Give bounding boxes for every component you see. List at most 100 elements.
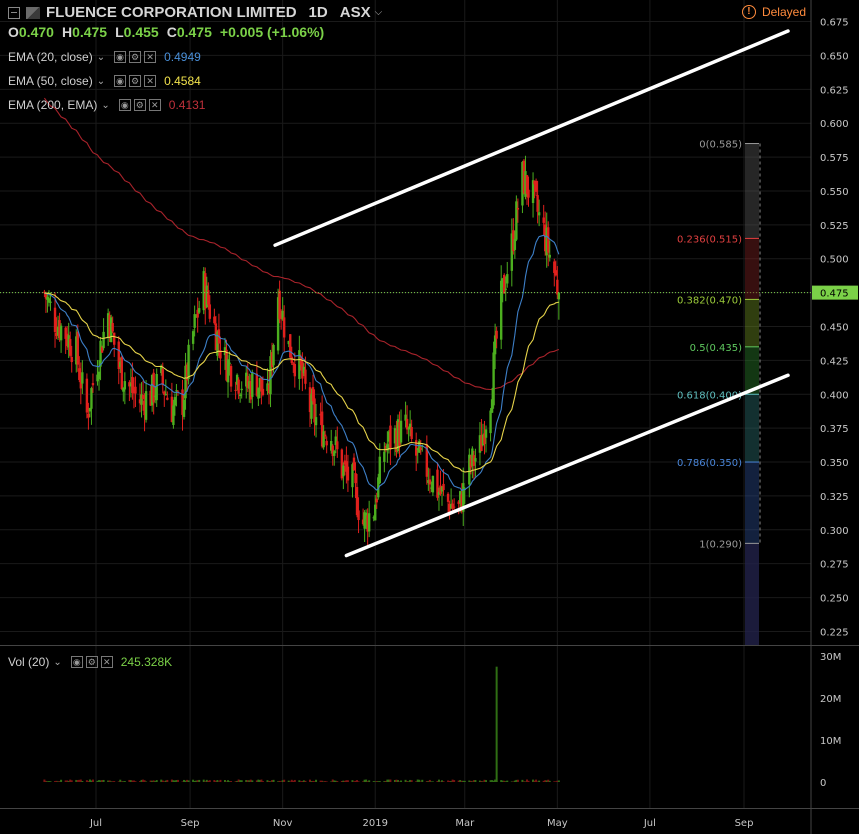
candle-body	[548, 254, 551, 258]
indicator-label[interactable]: EMA (200, EMA)	[8, 98, 97, 112]
candle-body	[90, 388, 93, 409]
y-tick-label: 0.525	[820, 221, 849, 232]
y-tick-label: 0.350	[820, 458, 849, 469]
candle-body	[70, 356, 73, 363]
candle-body	[85, 378, 89, 413]
volume-bar	[304, 780, 307, 782]
y-tick-label: 0.375	[820, 424, 849, 435]
close-icon[interactable]: ✕	[144, 75, 157, 87]
candle-body	[513, 239, 517, 250]
volume-value: 245.328K	[120, 655, 173, 669]
candle-body	[102, 331, 105, 349]
symbol-name[interactable]: FLUENCE CORPORATION LIMITED	[46, 4, 297, 21]
candle-body	[554, 270, 558, 276]
candle-body	[69, 338, 72, 356]
candle-body	[536, 195, 539, 212]
candle-body	[208, 304, 212, 319]
candle-body	[120, 356, 123, 390]
volume-legend[interactable]: Vol (20) ⌄ ◉ ⚙ ✕ 245.328K	[8, 655, 172, 669]
candle-body	[333, 451, 336, 456]
chevron-down-icon[interactable]: ⌵	[375, 7, 383, 18]
candle-body	[431, 475, 435, 493]
volume-bar	[113, 781, 116, 782]
volume-bar	[219, 779, 222, 782]
close-icon[interactable]: ✕	[148, 99, 161, 111]
candle-body	[389, 425, 392, 450]
exchange: ASX	[339, 4, 371, 21]
high-label: H	[61, 24, 73, 40]
candle-body	[452, 506, 456, 508]
indicator-row-ema50[interactable]: EMA (50, close) ⌄ ◉ ⚙ ✕ 0.4584	[8, 74, 201, 88]
candle-body	[191, 331, 195, 344]
candle-body	[99, 340, 102, 367]
indicator-label[interactable]: EMA (20, close)	[8, 50, 93, 64]
candle-body	[187, 344, 190, 380]
indicator-row-ema20[interactable]: EMA (20, close) ⌄ ◉ ⚙ ✕ 0.4949	[8, 50, 201, 64]
eye-icon[interactable]: ◉	[114, 75, 127, 87]
candle-body	[164, 393, 168, 395]
candle-body	[76, 331, 79, 365]
volume-bar	[60, 779, 63, 782]
candle-body	[405, 418, 409, 430]
close-icon[interactable]: ✕	[144, 51, 157, 63]
y-tick-label: 0.225	[820, 627, 849, 638]
eye-icon[interactable]: ◉	[118, 99, 131, 111]
eye-icon[interactable]: ◉	[114, 51, 127, 63]
y-tick-label: 0.675	[820, 18, 849, 29]
y-tick-label: 0.575	[820, 153, 849, 164]
volume-bar	[187, 780, 190, 782]
chevron-down-icon[interactable]: ⌄	[97, 76, 105, 87]
chevron-down-icon[interactable]: ⌄	[53, 657, 61, 668]
volume-label[interactable]: Vol (20)	[8, 655, 49, 669]
volume-bar	[208, 780, 211, 782]
volume-tick-label: 0	[820, 778, 826, 789]
gear-icon[interactable]: ⚙	[85, 656, 98, 668]
indicator-row-ema200[interactable]: EMA (200, EMA) ⌄ ◉ ⚙ ✕ 0.4131	[8, 98, 205, 112]
close-icon[interactable]: ✕	[100, 656, 113, 668]
candle-body	[261, 388, 265, 396]
candle-body	[499, 280, 503, 340]
candle-body	[367, 513, 371, 532]
volume-bar	[49, 781, 52, 782]
chevron-down-icon[interactable]: ⌄	[97, 52, 105, 63]
volume-bar	[421, 779, 424, 782]
indicator-value: 0.4131	[168, 98, 206, 112]
volume-bar	[527, 780, 530, 782]
candle-body	[304, 369, 307, 384]
candle-body	[537, 212, 541, 216]
volume-bar	[357, 781, 360, 782]
volume-bar	[400, 780, 403, 782]
candle-body	[197, 308, 201, 313]
x-tick-label: Jul	[89, 818, 102, 829]
x-tick-label: Sep	[181, 818, 200, 829]
candle-body	[293, 364, 297, 377]
volume-bar	[548, 780, 551, 782]
volume-bar	[102, 779, 105, 782]
gear-icon[interactable]: ⚙	[129, 75, 142, 87]
indicator-value: 0.4949	[164, 50, 201, 64]
candle-body	[213, 316, 216, 324]
volume-bar	[134, 781, 137, 782]
collapse-icon[interactable]	[8, 6, 20, 19]
candle-body	[342, 465, 345, 477]
candle-body	[399, 420, 403, 443]
chevron-down-icon[interactable]: ⌄	[101, 100, 109, 111]
gear-icon[interactable]: ⚙	[133, 99, 146, 111]
gear-icon[interactable]: ⚙	[129, 51, 142, 63]
price-chart[interactable]: 0.675 0.650 0.625 0.600 0.575 0.550 0.525 0.500…	[0, 0, 859, 834]
candle-body	[428, 479, 432, 485]
interval[interactable]: 1D	[309, 4, 328, 21]
eye-icon[interactable]: ◉	[70, 656, 83, 668]
candle-body	[492, 352, 495, 406]
ohlc-row: O 0.470 H 0.475 L 0.455 C 0.475 +0.005 (+1.0…	[8, 24, 332, 40]
indicator-label[interactable]: EMA (50, close)	[8, 74, 93, 88]
fib-level-label: 0.5(0.435)	[690, 343, 742, 354]
fib-level-label: 0(0.585)	[699, 140, 742, 151]
change-value: +0.005 (+1.06%)	[219, 24, 325, 40]
candle-body	[352, 457, 356, 471]
candle-body	[237, 379, 240, 394]
volume-bar	[463, 780, 466, 782]
candle-body	[446, 493, 450, 502]
symbol-row[interactable]: FLUENCE CORPORATION LIMITED 1D ASX ⌵	[8, 4, 382, 21]
candle-body	[59, 325, 63, 341]
